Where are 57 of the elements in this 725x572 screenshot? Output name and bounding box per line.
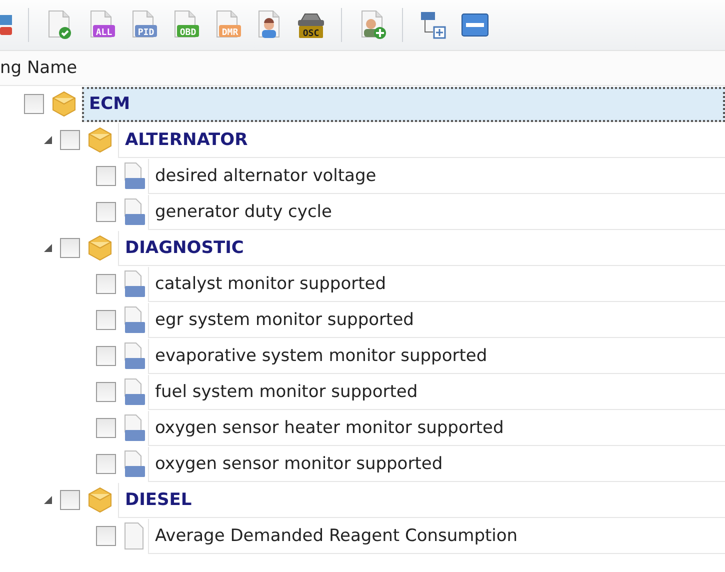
expanded-arrow-icon[interactable] xyxy=(43,135,53,145)
tree-item-label: DIESEL xyxy=(125,490,192,510)
package-icon xyxy=(86,126,114,154)
checkbox[interactable] xyxy=(60,238,80,258)
tree-item-label: oxygen sensor monitor supported xyxy=(155,454,443,474)
pid-document-icon xyxy=(122,162,146,190)
tree-item-label: ALTERNATOR xyxy=(125,130,248,150)
pid-document-icon xyxy=(122,378,146,406)
tree-item-label: generator duty cycle xyxy=(155,202,332,222)
pid-document-icon xyxy=(122,306,146,334)
package-icon xyxy=(86,486,114,514)
tree-row[interactable]: egr system monitor supported xyxy=(148,302,725,338)
expanded-arrow-icon[interactable] xyxy=(43,495,53,505)
checkbox[interactable] xyxy=(60,130,80,150)
checkbox[interactable] xyxy=(96,346,116,366)
checkbox[interactable] xyxy=(96,454,116,474)
column-header-label: ng Name xyxy=(0,58,78,78)
tree-item-label: oxygen sensor heater monitor supported xyxy=(155,418,504,438)
tree-row[interactable]: oxygen sensor monitor supported xyxy=(148,446,725,482)
tree-row[interactable]: ECM xyxy=(82,86,725,122)
tree-row[interactable]: Average Demanded Reagent Consumption xyxy=(148,518,725,554)
checkbox[interactable] xyxy=(96,310,116,330)
tree-row[interactable]: DIAGNOSTIC xyxy=(118,230,725,266)
pid-document-icon xyxy=(122,198,146,226)
checkbox[interactable] xyxy=(96,166,116,186)
package-icon xyxy=(50,90,78,118)
expanded-arrow-icon[interactable] xyxy=(43,243,53,253)
checkbox[interactable] xyxy=(96,274,116,294)
pid-document-icon xyxy=(122,270,146,298)
checkbox[interactable] xyxy=(96,526,116,546)
checkbox[interactable] xyxy=(60,490,80,510)
checkbox[interactable] xyxy=(24,94,44,114)
tree-row[interactable]: fuel system monitor supported xyxy=(148,374,725,410)
tree-item-label: desired alternator voltage xyxy=(155,166,376,186)
tree-row[interactable]: desired alternator voltage xyxy=(148,158,725,194)
checkbox[interactable] xyxy=(96,382,116,402)
tree-row[interactable]: catalyst monitor supported xyxy=(148,266,725,302)
tree-item-label: ECM xyxy=(89,94,130,114)
tree-row[interactable]: generator duty cycle xyxy=(148,194,725,230)
tree-row[interactable]: ALTERNATOR xyxy=(118,122,725,158)
tree-item-label: DIAGNOSTIC xyxy=(125,238,244,258)
tree-item-label: fuel system monitor supported xyxy=(155,382,418,402)
tree-row[interactable]: evaporative system monitor supported xyxy=(148,338,725,374)
column-header[interactable]: ng Name xyxy=(0,51,725,86)
tree-row[interactable]: oxygen sensor heater monitor supported xyxy=(148,410,725,446)
tree-item-label: Average Demanded Reagent Consumption xyxy=(155,526,518,546)
tree-item-label: evaporative system monitor supported xyxy=(155,346,488,366)
tree-item-label: egr system monitor supported xyxy=(155,310,414,330)
pid-document-icon xyxy=(122,450,146,478)
checkbox[interactable] xyxy=(96,418,116,438)
checkbox[interactable] xyxy=(96,202,116,222)
tree-item-label: catalyst monitor supported xyxy=(155,274,386,294)
pid-document-icon xyxy=(122,342,146,370)
document-icon xyxy=(122,522,146,550)
pid-document-icon xyxy=(122,414,146,442)
tree-row[interactable]: DIESEL xyxy=(118,482,725,518)
package-icon xyxy=(86,234,114,262)
